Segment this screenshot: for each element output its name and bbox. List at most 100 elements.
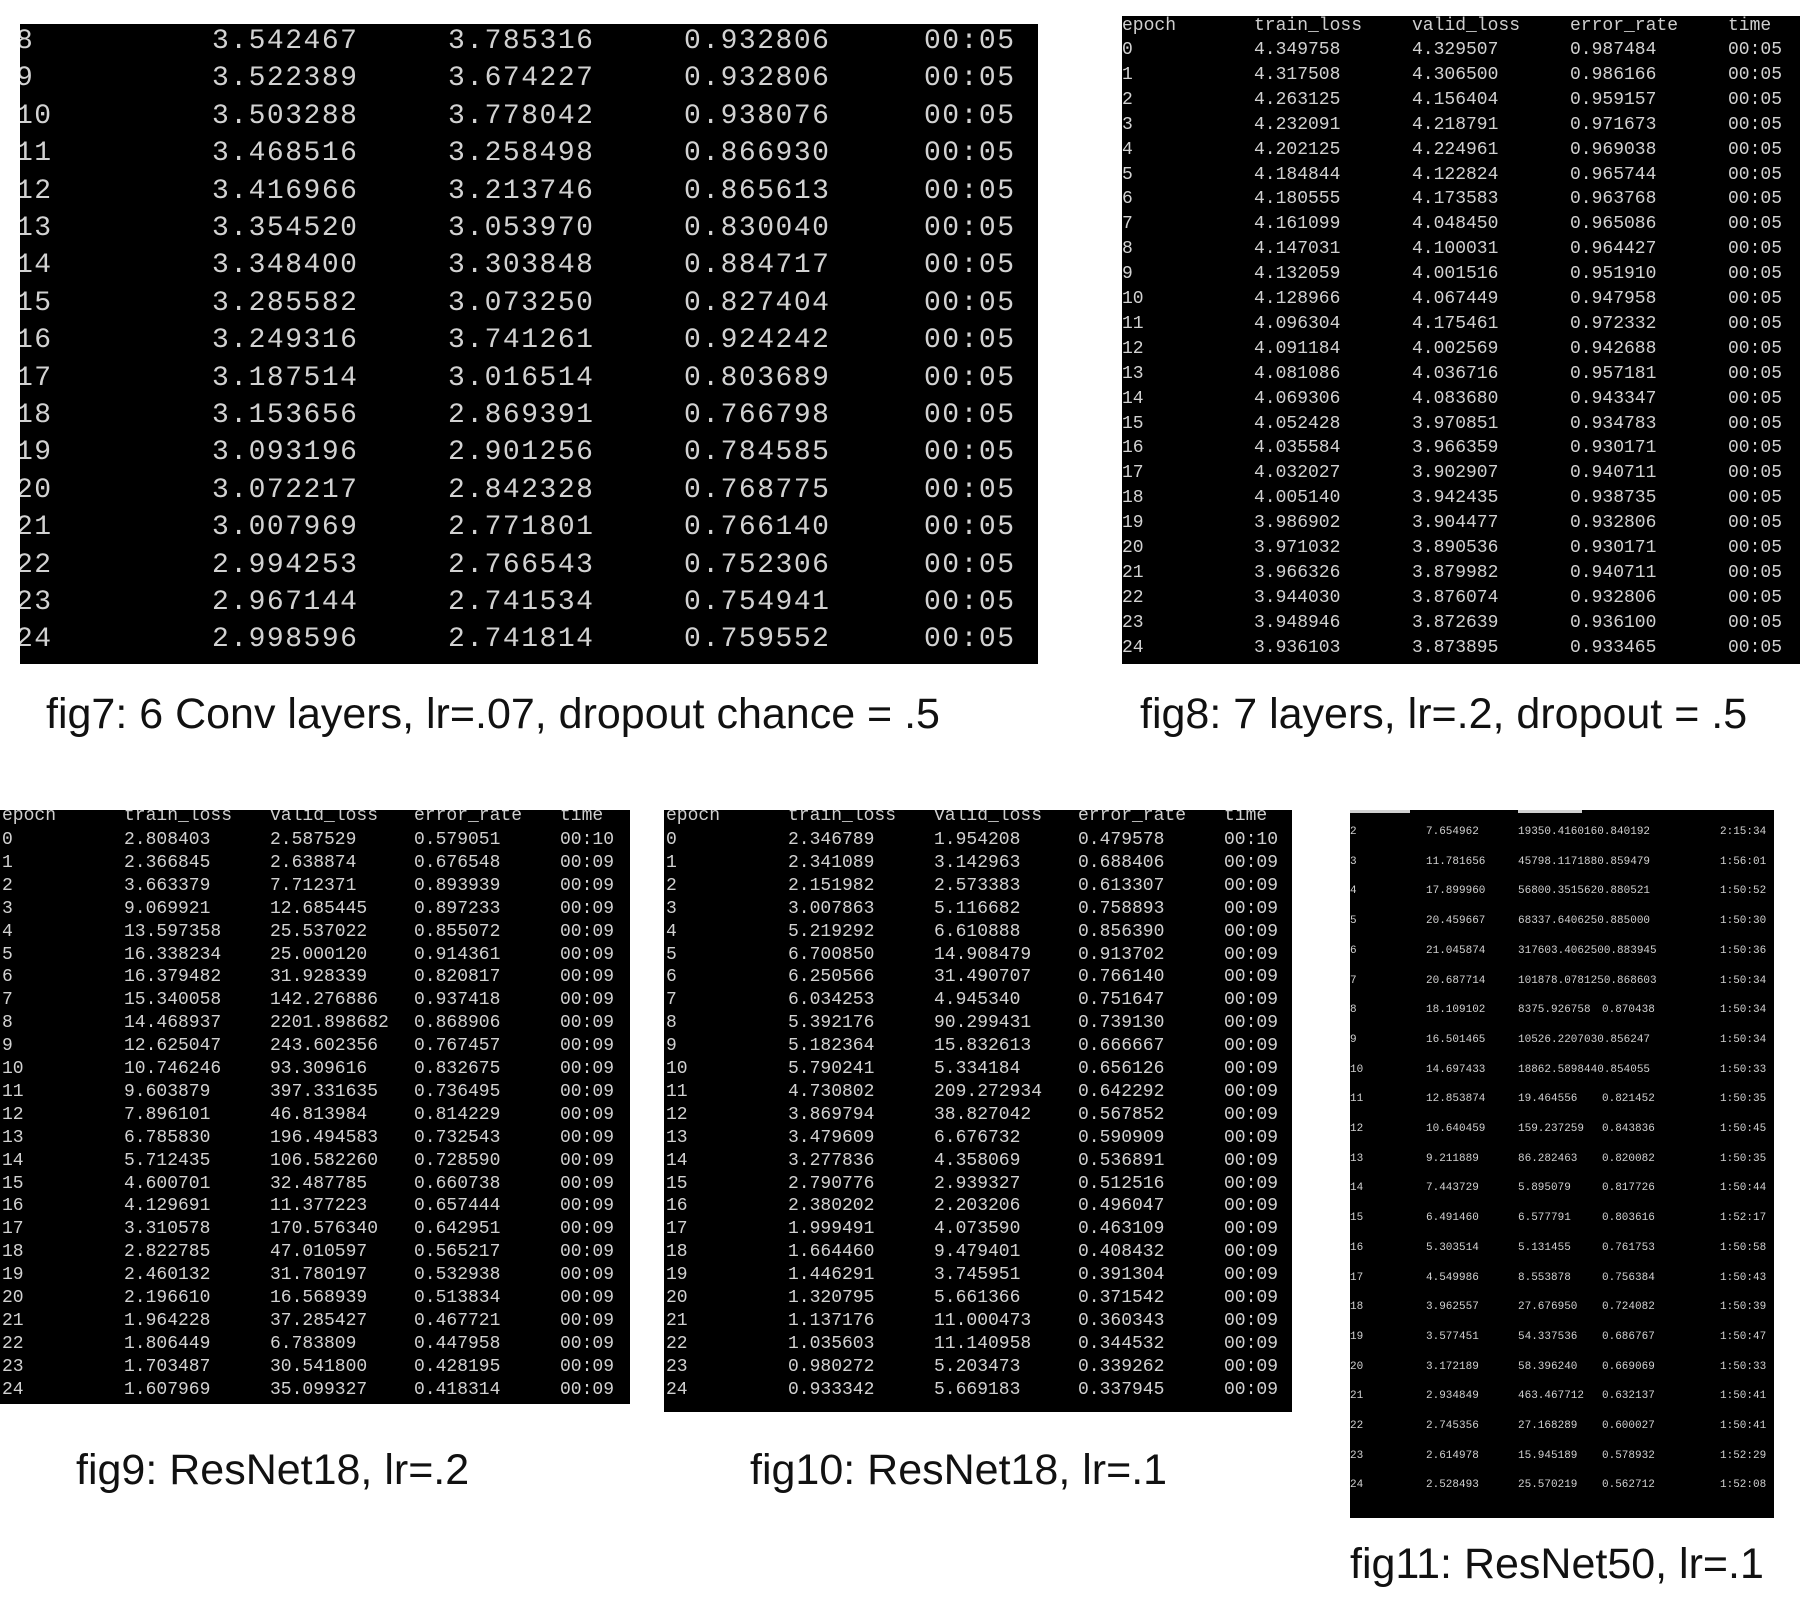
table-cell: 1.703487 <box>124 1356 211 1377</box>
table-cell: 00:05 <box>1728 538 1783 558</box>
table-cell: 3.785316 <box>448 26 595 57</box>
table-cell: 00:09 <box>1224 944 1279 965</box>
table-cell: 00:09 <box>560 852 615 873</box>
table-row: 10 14.697433 18862.5898440.854055 1:50:33 <box>1350 1064 1774 1094</box>
table-cell: 25.537022 <box>270 921 368 942</box>
table-cell: 4.073590 <box>934 1219 1021 1240</box>
table-cell: 0.768775 <box>684 474 831 506</box>
table-cell: 00:09 <box>1224 1196 1279 1217</box>
table-cell: 3.479609 <box>788 1127 875 1148</box>
table-cell: 00:09 <box>560 1356 615 1377</box>
table-row: 11 3.468516 3.258498 0.866930 00:05 <box>20 138 1038 175</box>
table-cell: 7.896101 <box>124 1104 211 1125</box>
table-cell: 00:09 <box>1224 1036 1279 1057</box>
table-cell: 0.669069 <box>1602 1360 1655 1373</box>
table-cell: 4.202125 <box>1254 139 1341 160</box>
fig9-terminal: epoch train_loss valid_loss error_rate time … <box>0 810 630 1404</box>
table-row: 8 5.392176 90.299431 0.739130 00:09 <box>664 1013 1292 1036</box>
table-cell: 00:05 <box>1728 40 1783 60</box>
table-cell: 00:05 <box>924 362 1016 394</box>
table-row: 1 4.317508 4.306500 0.986166 00:05 <box>1122 65 1800 90</box>
table-cell: 00:09 <box>1224 852 1279 873</box>
epoch-cell: 18 <box>20 400 53 431</box>
column-header: train_loss <box>788 810 897 826</box>
table-cell: 00:05 <box>1728 612 1783 633</box>
table-cell: 3.876074 <box>1412 587 1499 608</box>
epoch-cell: 24 <box>1350 1479 1364 1492</box>
epoch-cell: 9 <box>20 63 35 95</box>
table-cell: 3.778042 <box>448 100 595 132</box>
table-row: 23 0.980272 5.203473 0.339262 00:09 <box>664 1357 1292 1380</box>
table-cell: 00:05 <box>1728 264 1783 285</box>
table-cell: 00:10 <box>1224 830 1279 850</box>
epoch-cell: 13 <box>20 213 53 244</box>
table-cell: 1:50:35 <box>1720 1152 1767 1165</box>
table-row: 22 1.035603 11.140958 0.344532 00:09 <box>664 1334 1292 1357</box>
table-cell: 4.156404 <box>1412 89 1499 110</box>
table-cell: 2.745356 <box>1426 1420 1479 1432</box>
table-cell: 00:05 <box>1728 363 1783 384</box>
table-cell: 0.758893 <box>1078 898 1165 919</box>
table-cell: 4.306500 <box>1412 64 1499 85</box>
table-cell: 0.914361 <box>414 944 501 965</box>
table-cell: 0.784585 <box>684 437 831 469</box>
table-cell: 5.895079 <box>1518 1182 1571 1195</box>
table-cell: 11.377223 <box>270 1196 368 1217</box>
table-cell: 00:09 <box>1224 1173 1279 1194</box>
table-cell: 2.151982 <box>788 875 875 896</box>
epoch-cell: 22 <box>666 1333 688 1354</box>
epoch-cell: 18 <box>2 1242 24 1263</box>
table-cell: 00:05 <box>1728 562 1783 583</box>
table-cell: 0.739130 <box>1078 1013 1165 1034</box>
table-row: 13 3.479609 6.676732 0.590909 00:09 <box>664 1128 1292 1151</box>
table-row: 20 3.971032 3.890536 0.930171 00:05 <box>1122 538 1800 563</box>
table-cell: 1:50:41 <box>1720 1420 1767 1432</box>
epoch-cell: 14 <box>1122 388 1144 409</box>
table-cell: 9.603879 <box>124 1081 211 1102</box>
column-header: error_rate <box>1078 810 1187 826</box>
table-cell: 0.986166 <box>1570 64 1657 85</box>
table-cell: 3.007969 <box>212 512 359 544</box>
table-cell: 00:05 <box>1728 214 1783 235</box>
table-cell: 12.625047 <box>124 1036 222 1057</box>
epoch-cell: 22 <box>2 1333 24 1354</box>
table-cell: 1:50:36 <box>1720 944 1767 957</box>
table-cell: 00:09 <box>1224 898 1279 919</box>
table-cell: 00:05 <box>924 587 1016 618</box>
table-row: 14 5.712435 106.582260 0.728590 00:09 <box>0 1151 630 1174</box>
table-cell: 3.213746 <box>448 175 595 207</box>
table-cell: 0.893939 <box>414 875 501 896</box>
table-cell: 0.479578 <box>1078 830 1165 850</box>
table-cell: 4.329507 <box>1412 40 1499 60</box>
table-cell: 1:50:45 <box>1720 1123 1767 1135</box>
table-cell: 3.942435 <box>1412 488 1499 509</box>
fig9-caption: fig9: ResNet18, lr=.2 <box>76 1446 470 1494</box>
table-cell: 00:09 <box>1224 1150 1279 1171</box>
table-cell: 5.203473 <box>934 1356 1021 1377</box>
table-cell: 47.010597 <box>270 1242 368 1263</box>
table-cell: 0.686767 <box>1602 1330 1655 1343</box>
table-cell: 2.741814 <box>448 624 595 656</box>
table-cell: 4.129691 <box>124 1196 211 1217</box>
table-cell: 5.116682 <box>934 898 1021 919</box>
table-cell: 3.073250 <box>448 287 595 319</box>
epoch-cell: 0 <box>666 830 677 850</box>
table-cell: 00:10 <box>560 830 615 850</box>
table-cell: 1.320795 <box>788 1288 875 1308</box>
epoch-cell: 13 <box>2 1127 24 1148</box>
table-row: 23 1.703487 30.541800 0.428195 00:09 <box>0 1357 630 1380</box>
table-cell: 0.756384 <box>1602 1271 1655 1284</box>
table-cell: 4.081086 <box>1254 363 1341 384</box>
epoch-cell: 14 <box>666 1150 688 1171</box>
column-header: epoch <box>1122 16 1177 36</box>
table-cell: 18862.5898440.854055 <box>1518 1063 1651 1076</box>
table-cell: 0.971673 <box>1570 114 1657 135</box>
table-cell: 00:05 <box>1728 413 1783 434</box>
table-cell: 00:09 <box>1224 1242 1279 1263</box>
table-cell: 13.597358 <box>124 921 222 942</box>
epoch-cell: 1 <box>1122 64 1133 85</box>
table-cell: 14.697433 <box>1426 1063 1486 1076</box>
fig11-caption: fig11: ResNet50, lr=.1 <box>1350 1540 1764 1588</box>
table-cell: 3.872639 <box>1412 612 1499 633</box>
table-cell: 15.340058 <box>124 990 222 1011</box>
